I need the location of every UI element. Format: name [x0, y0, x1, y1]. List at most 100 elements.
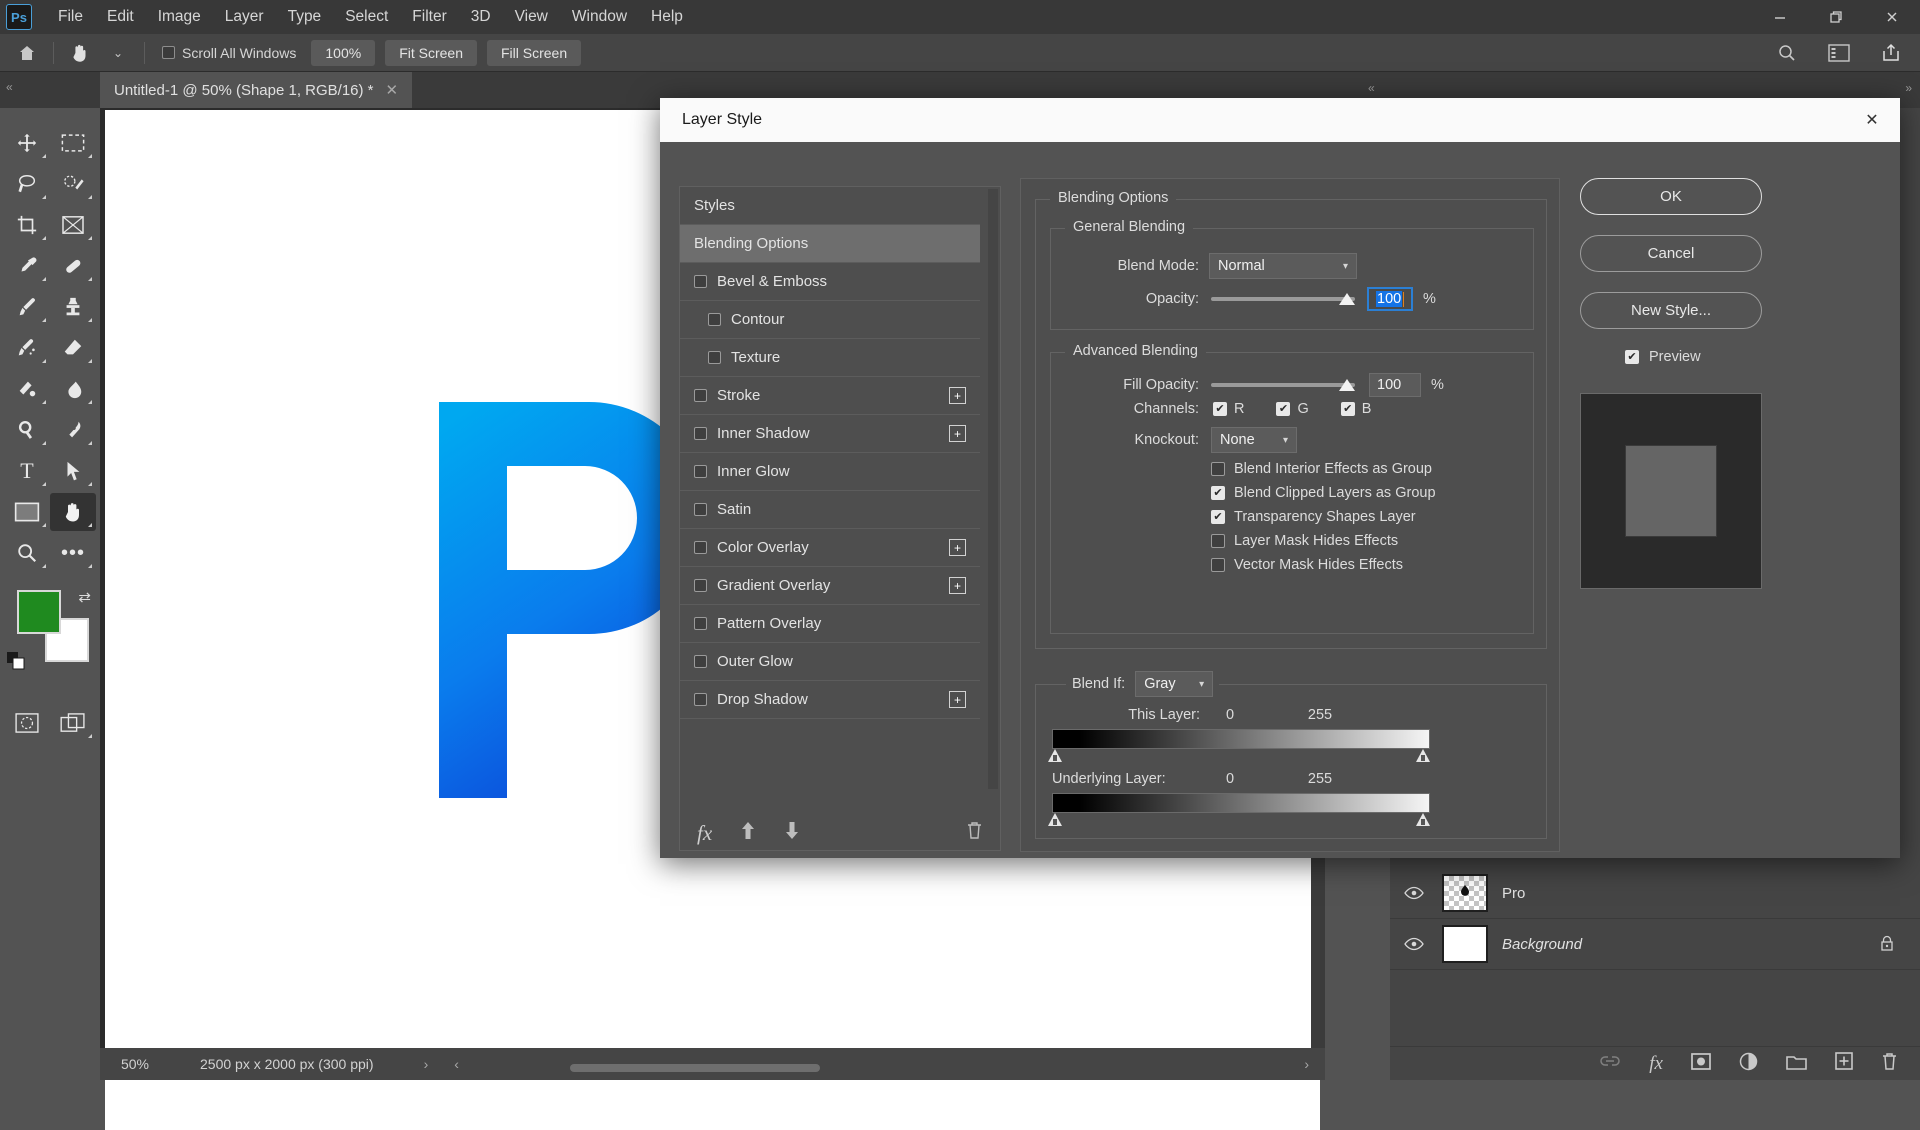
fill-opacity-slider[interactable] [1211, 379, 1355, 391]
transparency-shapes-layer-checkbox[interactable] [1211, 510, 1225, 524]
lasso-tool[interactable] [4, 165, 50, 203]
fill-opacity-slider-thumb[interactable] [1339, 379, 1355, 391]
maximize-button[interactable] [1808, 0, 1864, 34]
menu-view[interactable]: View [503, 0, 560, 34]
opacity-input[interactable]: 100 [1367, 287, 1413, 311]
underlying-layer-gradient-bar[interactable] [1052, 793, 1430, 813]
style-item-inner-shadow[interactable]: Inner Shadow + [680, 415, 980, 453]
opacity-slider[interactable] [1211, 293, 1355, 305]
add-effect-icon[interactable]: + [949, 577, 966, 594]
menu-type[interactable]: Type [276, 0, 334, 34]
document-tab[interactable]: Untitled-1 @ 50% (Shape 1, RGB/16) * ✕ [100, 72, 413, 108]
menu-help[interactable]: Help [639, 0, 695, 34]
style-item-gradient-overlay[interactable]: Gradient Overlay + [680, 567, 980, 605]
history-brush-tool[interactable] [4, 329, 50, 367]
transparency-shapes-layer-row[interactable]: Transparency Shapes Layer [1211, 509, 1436, 525]
move-tool[interactable] [4, 124, 50, 162]
layer-mask-hides-effects-row[interactable]: Layer Mask Hides Effects [1211, 533, 1436, 549]
layer-name[interactable]: Pro [1502, 885, 1525, 902]
minimize-button[interactable] [1752, 0, 1808, 34]
more-tools[interactable]: ••• [50, 534, 96, 572]
hand-tool-icon[interactable] [61, 37, 99, 69]
layer-thumbnail[interactable] [1442, 874, 1488, 912]
collapse-left-icon[interactable]: « [6, 80, 13, 94]
blend-clipped-layers-row[interactable]: Blend Clipped Layers as Group [1211, 485, 1436, 501]
path-selection-tool[interactable] [50, 452, 96, 490]
menu-image[interactable]: Image [146, 0, 213, 34]
style-item-pattern-overlay[interactable]: Pattern Overlay [680, 605, 980, 643]
fx-icon[interactable]: fx [697, 821, 712, 846]
layer-thumbnail[interactable] [1442, 925, 1488, 963]
pen-tool[interactable] [50, 411, 96, 449]
move-effect-up-icon[interactable] [740, 821, 756, 845]
type-tool[interactable]: T [4, 452, 50, 490]
default-colors-icon[interactable] [7, 652, 25, 670]
style-item-satin[interactable]: Satin [680, 491, 980, 529]
underlying-layer-black-slider[interactable] [1048, 813, 1062, 826]
style-item-outer-glow[interactable]: Outer Glow [680, 643, 980, 681]
layer-name[interactable]: Background [1502, 936, 1582, 953]
this-layer-white-slider[interactable] [1416, 749, 1430, 762]
healing-brush-tool[interactable] [50, 247, 96, 285]
hand-tool[interactable] [50, 493, 96, 531]
document-tab-close-icon[interactable]: ✕ [386, 81, 399, 99]
ok-button[interactable]: OK [1580, 178, 1762, 215]
dialog-close-icon[interactable]: ✕ [1844, 98, 1900, 142]
vector-mask-hides-effects-checkbox[interactable] [1211, 558, 1225, 572]
status-zoom-level[interactable]: 50% [100, 1056, 170, 1072]
channel-r-checkbox[interactable] [1213, 402, 1227, 416]
menu-filter[interactable]: Filter [400, 0, 458, 34]
zoom-100-button[interactable]: 100% [311, 39, 376, 66]
close-button[interactable] [1864, 0, 1920, 34]
table-row[interactable]: Pro [1390, 868, 1920, 919]
style-item-stroke[interactable]: Stroke + [680, 377, 980, 415]
style-item-color-overlay[interactable]: Color Overlay + [680, 529, 980, 567]
add-effect-icon[interactable]: + [949, 387, 966, 404]
style-item-texture[interactable]: Texture [680, 339, 980, 377]
blend-interior-effects-row[interactable]: Blend Interior Effects as Group [1211, 461, 1436, 477]
blend-mode-select[interactable]: Normal ▾ [1209, 253, 1357, 279]
scroll-all-windows-checkbox[interactable]: Scroll All Windows [162, 45, 296, 61]
cancel-button[interactable]: Cancel [1580, 235, 1762, 272]
object-select-tool[interactable] [50, 165, 96, 203]
new-style-button[interactable]: New Style... [1580, 292, 1762, 329]
layer-visibility-icon[interactable] [1400, 937, 1428, 951]
scroll-right-arrow[interactable]: › [1304, 1056, 1309, 1072]
fill-opacity-input[interactable]: 100 [1369, 373, 1421, 397]
canvas-horizontal-scrollbar[interactable] [530, 1062, 1230, 1074]
style-item-checkbox[interactable] [708, 313, 721, 326]
add-effect-icon[interactable]: + [949, 539, 966, 556]
style-item-checkbox[interactable] [694, 503, 707, 516]
add-effect-icon[interactable]: + [949, 691, 966, 708]
style-item-checkbox[interactable] [708, 351, 721, 364]
style-item-checkbox[interactable] [694, 465, 707, 478]
styles-list-scrollbar[interactable] [988, 189, 998, 789]
add-mask-icon[interactable] [1691, 1052, 1711, 1075]
eraser-tool[interactable] [50, 329, 96, 367]
menu-file[interactable]: File [46, 0, 95, 34]
tool-preset-chevron-icon[interactable]: ⌄ [99, 37, 137, 69]
layer-mask-hides-effects-checkbox[interactable] [1211, 534, 1225, 548]
blend-if-channel-select[interactable]: Gray ▾ [1135, 671, 1214, 697]
blur-tool[interactable] [50, 370, 96, 408]
gradient-tool[interactable] [4, 370, 50, 408]
eyedropper-tool[interactable] [4, 247, 50, 285]
style-item-checkbox[interactable] [694, 541, 707, 554]
fx-icon[interactable]: fx [1649, 1053, 1663, 1075]
clone-stamp-tool[interactable] [50, 288, 96, 326]
delete-layer-icon[interactable] [1881, 1052, 1898, 1076]
style-item-contour[interactable]: Contour [680, 301, 980, 339]
opacity-slider-track[interactable] [1211, 293, 1355, 305]
scroll-left-arrow[interactable]: ‹ [454, 1056, 459, 1072]
underlying-layer-white-slider[interactable] [1416, 813, 1430, 826]
style-item-inner-glow[interactable]: Inner Glow [680, 453, 980, 491]
preview-row[interactable]: Preview [1625, 349, 1880, 365]
styles-list-header[interactable]: Styles [680, 187, 980, 225]
crop-tool[interactable] [4, 206, 50, 244]
frame-tool[interactable] [50, 206, 96, 244]
quick-mask-icon[interactable] [4, 704, 50, 742]
style-item-bevel-emboss[interactable]: Bevel & Emboss [680, 263, 980, 301]
workspace-icon[interactable] [1820, 37, 1858, 69]
dodge-tool[interactable] [4, 411, 50, 449]
menu-layer[interactable]: Layer [213, 0, 276, 34]
